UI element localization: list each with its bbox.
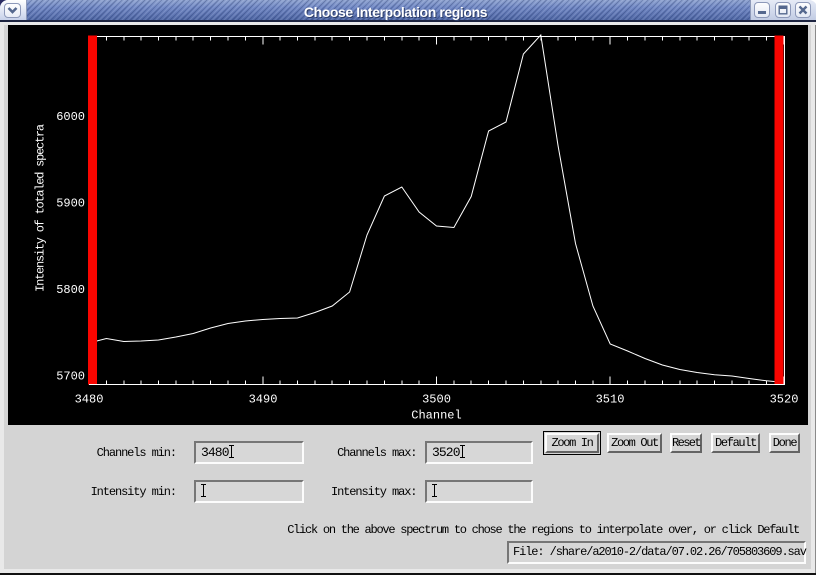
svg-text:3490: 3490	[249, 393, 278, 407]
svg-text:3480: 3480	[75, 393, 104, 407]
svg-text:Channel: Channel	[411, 409, 461, 423]
svg-text:5900: 5900	[56, 197, 85, 211]
svg-text:3520: 3520	[770, 393, 799, 407]
svg-text:3510: 3510	[596, 393, 625, 407]
svg-text:6000: 6000	[56, 110, 85, 124]
svg-text:5700: 5700	[56, 370, 85, 384]
svg-text:5800: 5800	[56, 283, 85, 297]
svg-text:Intensity of totaled spectra: Intensity of totaled spectra	[34, 124, 48, 292]
svg-text:3500: 3500	[422, 393, 451, 407]
